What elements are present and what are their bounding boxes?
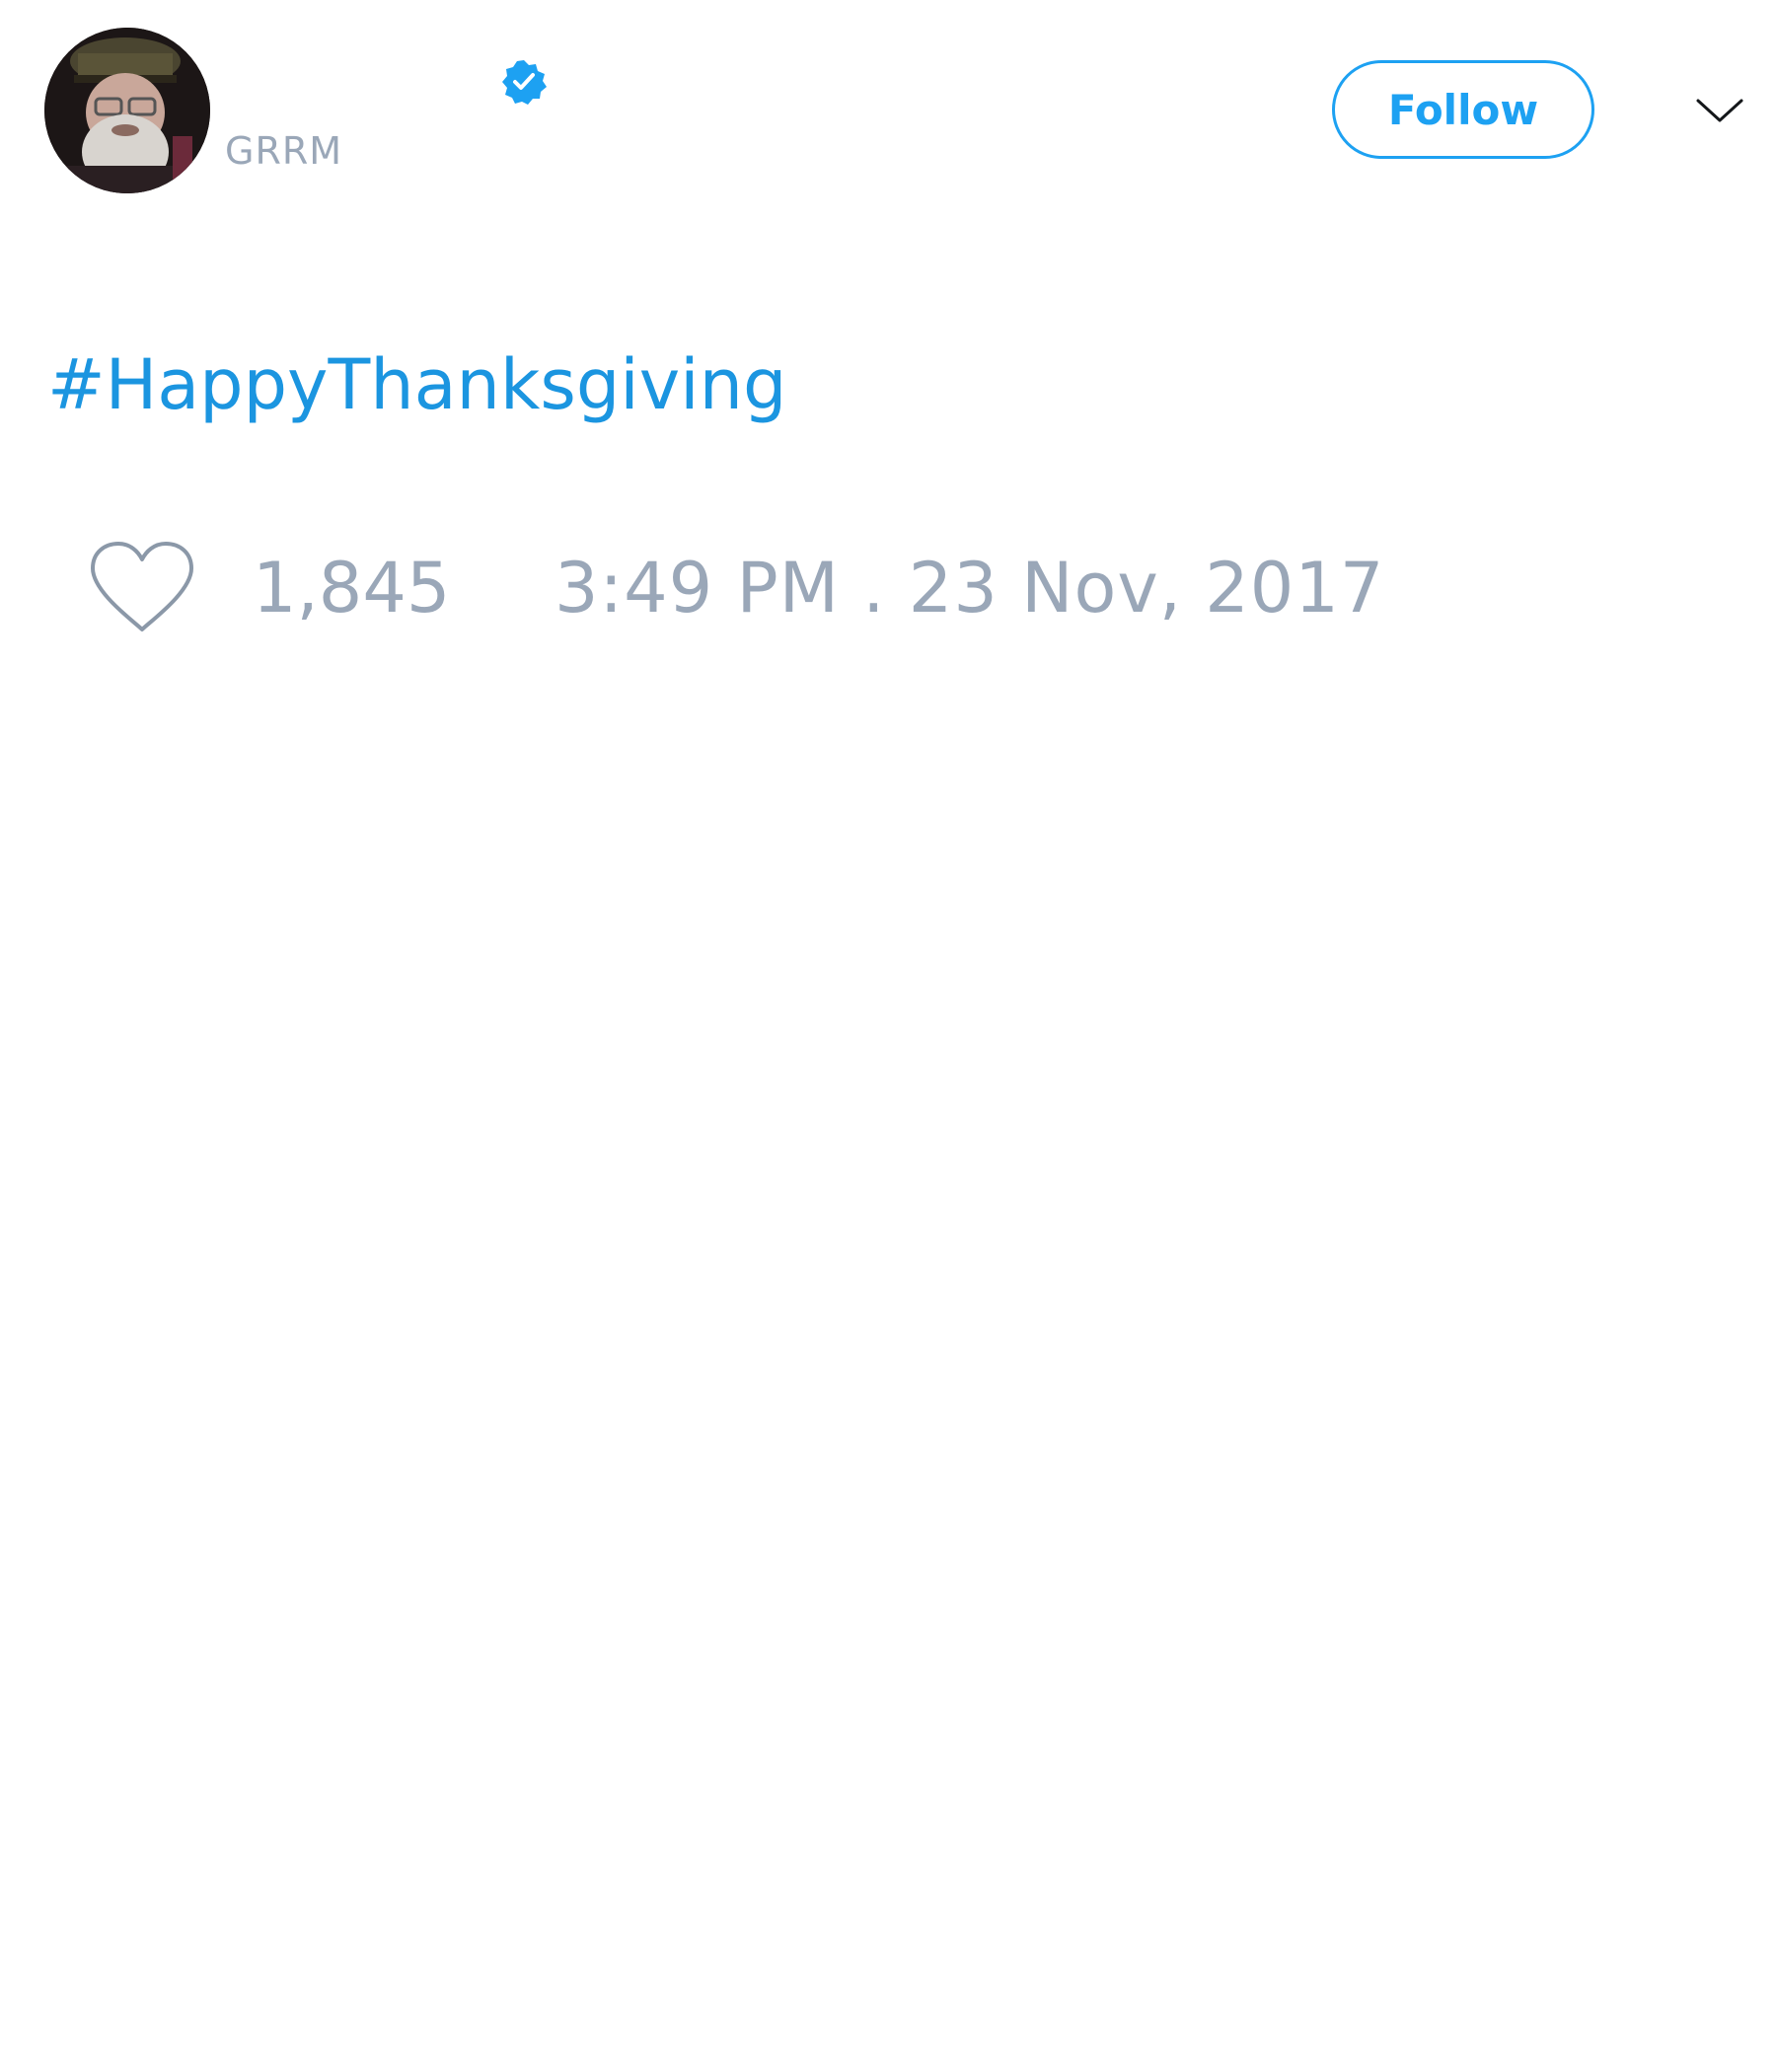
verified-badge-icon [500,58,548,106]
user-handle[interactable]: GRRM [225,128,342,174]
tweet-timestamp[interactable]: 3:49 PM . 23 Nov, 2017 [555,547,1384,629]
avatar[interactable] [44,28,210,193]
chevron-down-icon[interactable] [1695,89,1744,132]
like-count: 1,845 [253,548,451,629]
tweet-card: GRRM Follow #HappyThanksgiving 1,845 3:4… [0,0,1776,2072]
tweet-text: #HappyThanksgiving [47,343,786,426]
follow-button[interactable]: Follow [1332,60,1594,159]
heart-outline-icon[interactable] [89,541,195,635]
avatar-photo [44,28,210,193]
hashtag-link[interactable]: #HappyThanksgiving [47,344,786,425]
